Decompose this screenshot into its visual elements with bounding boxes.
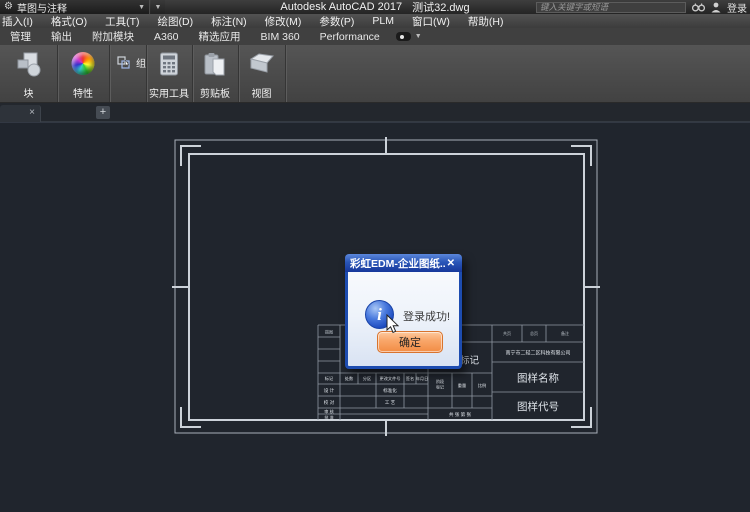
view-icon (249, 52, 275, 74)
clipboard-icon (204, 52, 226, 77)
binoculars-search-icon[interactable] (692, 2, 705, 12)
autocad-window: ⚙ 草图与注释 ▼ ▼ Autodesk AutoCAD 2017 测试32.d… (0, 0, 750, 512)
panel-label: 剪贴板 (192, 85, 238, 100)
menu-modify[interactable]: 修改(M) (256, 14, 311, 29)
menu-window[interactable]: 窗口(W) (403, 14, 459, 29)
ribbon-tab-bar: 管理 输出 附加模块 A360 精选应用 BIM 360 Performance… (0, 28, 750, 45)
workspace-split-button[interactable]: ▼ (151, 0, 165, 14)
chevron-down-icon: ▼ (138, 4, 145, 11)
ok-button[interactable]: 确定 (377, 331, 443, 353)
panel-properties[interactable]: 特性 (57, 45, 110, 102)
menu-dimension[interactable]: 标注(N) (202, 14, 256, 29)
panel-utilities[interactable]: 实用工具 (146, 45, 193, 102)
menu-insert[interactable]: 插入(I) (0, 14, 42, 29)
menu-plm[interactable]: PLM (363, 15, 403, 27)
workspace-selector[interactable]: ⚙ 草图与注释 ▼ (0, 0, 150, 14)
dialog-message: 登录成功! (403, 308, 450, 324)
menu-draw[interactable]: 绘图(D) (149, 14, 203, 29)
panel-group[interactable]: 组 (109, 45, 147, 102)
panel-view[interactable]: 视图 (238, 45, 286, 102)
panel-label: 特性 (57, 85, 109, 100)
block-icon (15, 52, 43, 78)
menu-bar: 插入(I) 格式(O) 工具(T) 绘图(D) 标注(N) 修改(M) 参数(P… (0, 14, 750, 28)
panel-clipboard[interactable]: 剪贴板 (192, 45, 239, 102)
menu-tools[interactable]: 工具(T) (96, 14, 148, 29)
gear-icon: ⚙ (4, 2, 13, 12)
tab-featured-apps[interactable]: 精选应用 (189, 29, 251, 44)
dialog-titlebar[interactable]: 彩虹EDM-企业图纸... ✕ (345, 254, 462, 272)
menu-format[interactable]: 格式(O) (42, 14, 96, 29)
tab-output[interactable]: 输出 (41, 29, 82, 44)
workspace-label: 草图与注释 (17, 0, 134, 15)
tab-a360[interactable]: A360 (144, 31, 189, 43)
color-wheel-icon (72, 52, 95, 75)
tab-manage[interactable]: 管理 (0, 29, 41, 44)
group-icon (117, 56, 131, 70)
panel-label: 视图 (238, 85, 285, 100)
app-name: Autodesk AutoCAD 2017 (280, 1, 402, 13)
new-tab-button[interactable]: + (96, 106, 110, 119)
tab-addins[interactable]: 附加模块 (82, 29, 144, 44)
login-success-dialog: 彩虹EDM-企业图纸... ✕ i 登录成功! 确定 (345, 255, 462, 369)
file-tab-bar: × + (0, 103, 750, 122)
chevron-down-icon[interactable]: ▼ (415, 33, 422, 40)
menu-parametric[interactable]: 参数(P) (310, 14, 363, 29)
menu-help[interactable]: 帮助(H) (459, 14, 513, 29)
user-icon[interactable] (711, 2, 721, 13)
tab-bim360[interactable]: BIM 360 (251, 31, 310, 43)
ribbon-panels: 块 特性 组 (0, 45, 750, 103)
panel-label: 块 (0, 85, 57, 100)
signin-button[interactable]: 登录 (727, 0, 747, 15)
info-icon: i (365, 300, 394, 329)
title-bar: ⚙ 草图与注释 ▼ ▼ Autodesk AutoCAD 2017 测试32.d… (0, 0, 750, 14)
recorder-icon[interactable] (396, 32, 411, 41)
calculator-icon (160, 52, 179, 76)
dialog-title: 彩虹EDM-企业图纸... (350, 256, 445, 271)
close-icon[interactable]: × (29, 107, 35, 119)
chevron-down-icon: ▼ (155, 4, 162, 11)
search-input[interactable] (536, 2, 686, 13)
close-icon[interactable]: ✕ (445, 258, 457, 269)
panel-block[interactable]: 块 (0, 45, 58, 102)
panel-label: 实用工具 (146, 85, 192, 100)
tab-performance[interactable]: Performance (310, 31, 390, 43)
panel-label: 组 (136, 55, 146, 70)
drawing-file-tab[interactable]: × (0, 105, 41, 122)
